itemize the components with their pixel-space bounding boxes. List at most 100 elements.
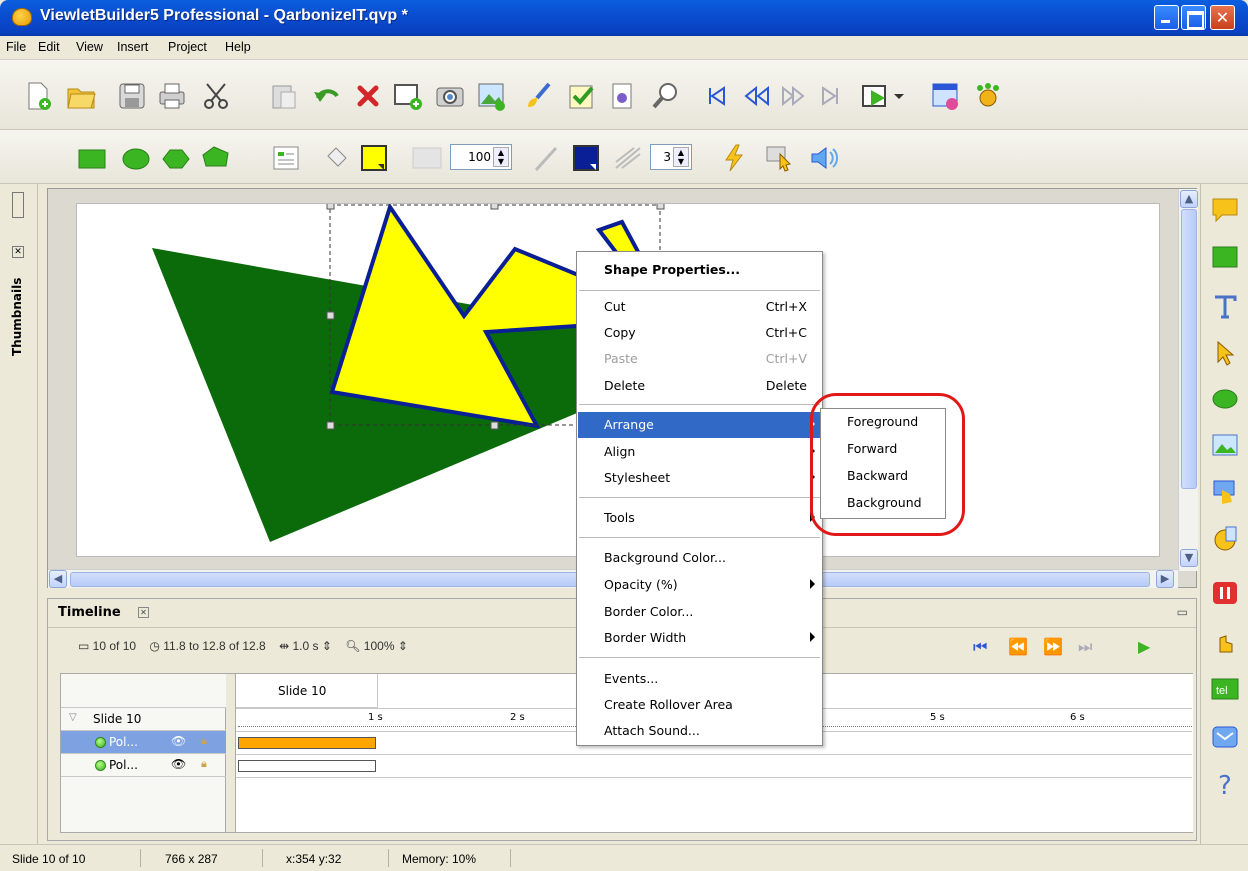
paste-item[interactable]: Paste Ctrl+V <box>578 346 821 372</box>
slide-row[interactable]: ▽ Slide 10 <box>61 708 226 731</box>
timeline-zoom[interactable]: 100% <box>364 639 395 653</box>
shape-icon[interactable] <box>1210 384 1240 414</box>
tel-icon[interactable]: tel <box>1210 674 1240 704</box>
vertical-scrollbar[interactable]: ▲ ▼ <box>1178 189 1198 571</box>
lock-icon[interactable]: 🔒︎ <box>201 757 207 771</box>
border-width-item[interactable]: Border Width <box>578 625 821 651</box>
minimize-button[interactable] <box>1154 5 1179 30</box>
border-width-stepper[interactable]: 3 ▲ ▼ <box>650 144 692 170</box>
lock-icon[interactable]: 🔒︎ <box>201 734 207 748</box>
fill-bucket-icon[interactable] <box>320 142 352 174</box>
timeline-rewind-icon[interactable]: ⏪ <box>1008 637 1028 656</box>
image-object-icon[interactable] <box>1210 242 1240 272</box>
zoom-icon[interactable] <box>650 80 682 112</box>
pointer-icon[interactable] <box>1210 338 1240 368</box>
image-icon[interactable] <box>476 80 508 112</box>
close-button[interactable]: ✕ <box>1210 5 1235 30</box>
stylesheet-item[interactable]: Stylesheet <box>578 465 821 491</box>
undo-icon[interactable] <box>310 80 342 112</box>
opacity-stepper[interactable]: 100 ▲ ▼ <box>450 144 512 170</box>
properties-icon[interactable] <box>270 142 302 174</box>
delete-icon[interactable] <box>352 80 384 112</box>
border-width-spin-icon[interactable]: ▲ ▼ <box>673 147 689 167</box>
timeline-forward-icon[interactable]: ⏩ <box>1043 637 1063 656</box>
duration-value[interactable]: 1.0 s <box>292 639 318 653</box>
opacity-spin-icon[interactable]: ▲ ▼ <box>493 147 509 167</box>
brush-icon[interactable] <box>523 80 555 112</box>
shape-properties-item[interactable]: Shape Properties... <box>578 255 821 285</box>
preview-dropdown-icon[interactable] <box>890 80 922 112</box>
rectangle-shape-icon[interactable] <box>76 142 108 174</box>
timeline-last-icon[interactable]: ⏭ <box>1078 637 1092 657</box>
dock-close-icon[interactable]: ✕ <box>12 246 24 258</box>
layer-row[interactable]: Pol... 👁︎ 🔒︎ <box>61 754 226 777</box>
timeline-close-icon[interactable]: ✕ <box>138 607 149 618</box>
scroll-left-icon[interactable]: ◀ <box>49 570 67 588</box>
align-item[interactable]: Align <box>578 439 821 465</box>
thumbnails-tab[interactable]: Thumbnails <box>10 278 24 356</box>
new-slide-icon[interactable] <box>392 80 424 112</box>
maximize-button[interactable] <box>1181 5 1206 30</box>
layer-row[interactable]: Pol... 👁︎ 🔒︎ <box>61 731 226 754</box>
menu-project[interactable]: Project <box>168 40 207 54</box>
pause-icon[interactable] <box>1210 578 1240 608</box>
callout-icon[interactable] <box>1210 194 1240 224</box>
open-folder-icon[interactable] <box>65 80 97 112</box>
email-icon[interactable] <box>1210 722 1240 752</box>
preview-icon[interactable] <box>860 80 892 112</box>
rollover-cursor-icon[interactable] <box>764 142 796 174</box>
button-ok-icon[interactable] <box>1210 478 1240 508</box>
scroll-right-icon[interactable]: ▶ <box>1156 570 1174 588</box>
save-icon[interactable] <box>116 80 148 112</box>
paste-icon[interactable] <box>268 80 300 112</box>
timeline-first-icon[interactable]: ⏮ <box>973 637 987 657</box>
timeline-maximize-icon[interactable]: ▭ <box>1177 605 1188 619</box>
delete-item[interactable]: Delete Delete <box>578 373 821 399</box>
menu-insert[interactable]: Insert <box>117 40 148 54</box>
scroll-down-icon[interactable]: ▼ <box>1180 549 1198 567</box>
rounded-shape-icon[interactable] <box>160 142 192 174</box>
background-color-item[interactable]: Background Color... <box>578 545 821 571</box>
menu-view[interactable]: View <box>76 40 103 54</box>
last-frame-icon[interactable] <box>815 80 847 112</box>
picture-icon[interactable] <box>1210 430 1240 460</box>
create-rollover-item[interactable]: Create Rollover Area <box>578 692 821 718</box>
print-icon[interactable] <box>156 80 188 112</box>
polygon-shape-icon[interactable] <box>200 142 232 174</box>
cut-icon[interactable] <box>200 80 232 112</box>
lightning-icon[interactable] <box>718 142 750 174</box>
media-icon[interactable] <box>1210 524 1240 554</box>
ellipse-shape-icon[interactable] <box>120 142 152 174</box>
copy-item[interactable]: Copy Ctrl+C <box>578 320 821 346</box>
first-frame-icon[interactable] <box>700 80 732 112</box>
menu-edit[interactable]: Edit <box>38 40 60 54</box>
fast-forward-icon[interactable] <box>777 80 809 112</box>
new-file-icon[interactable] <box>22 80 54 112</box>
cut-item[interactable]: Cut Ctrl+X <box>578 294 821 320</box>
collapse-icon[interactable]: ▽ <box>69 712 77 723</box>
page-icon[interactable] <box>606 80 638 112</box>
rewind-icon[interactable] <box>740 80 772 112</box>
dock-restore-icon[interactable] <box>12 192 24 218</box>
menu-file[interactable]: File <box>6 40 26 54</box>
menu-help[interactable]: Help <box>225 40 251 54</box>
visibility-eye-icon[interactable]: 👁︎ <box>171 757 186 771</box>
opacity-item[interactable]: Opacity (%) <box>578 572 821 598</box>
vertical-scroll-thumb[interactable] <box>1181 209 1197 489</box>
fill-color-icon[interactable] <box>358 142 390 174</box>
publish-icon[interactable] <box>930 80 962 112</box>
text-icon[interactable] <box>1210 292 1240 322</box>
timeline-play-icon[interactable]: ▶ <box>1138 637 1150 656</box>
scroll-up-icon[interactable]: ▲ <box>1180 190 1198 208</box>
screenshot-icon[interactable] <box>434 80 466 112</box>
attach-sound-item[interactable]: Attach Sound... <box>578 718 821 744</box>
check-icon[interactable] <box>566 80 598 112</box>
hand-click-icon[interactable] <box>1210 626 1240 656</box>
arrange-item[interactable]: Arrange <box>578 412 821 438</box>
timeline-bar-active[interactable] <box>238 737 376 749</box>
viewlet-central-icon[interactable] <box>972 80 1004 112</box>
events-item[interactable]: Events... <box>578 666 821 692</box>
sound-icon[interactable] <box>808 142 840 174</box>
timeline-bar[interactable] <box>238 760 376 772</box>
border-color-item[interactable]: Border Color... <box>578 599 821 625</box>
